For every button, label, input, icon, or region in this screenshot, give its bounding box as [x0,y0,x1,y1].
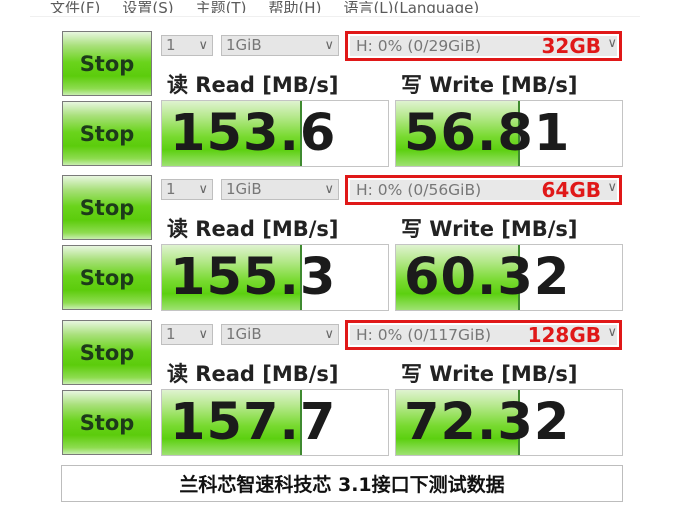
read-header: 读 Read [MB/s] [167,73,339,97]
stop-all-button[interactable]: Stop [62,320,152,385]
drive-select[interactable]: H: 0% (0/56GiB) 64GB ∨ [345,175,622,205]
read-value: 155.3 [170,248,337,307]
chevron-down-icon: ∨ [198,327,208,342]
write-value: 56.81 [404,104,571,163]
test-size-select[interactable]: 1GiB ∨ [221,324,339,345]
menu-settings[interactable]: 设置(S) [122,1,173,13]
read-value: 157.7 [170,393,337,452]
drive-capacity: 32GB [541,34,602,58]
stop-seq-button[interactable]: Stop [62,390,152,455]
test-count-select[interactable]: 1 ∨ [161,35,213,56]
menu-divider [30,16,640,17]
test-count-value: 1 [166,180,176,198]
drive-status: H: 0% (0/29GiB) [356,37,482,55]
drive-select[interactable]: H: 0% (0/29GiB) 32GB ∨ [345,31,622,61]
read-value: 153.6 [170,104,337,163]
test-count-value: 1 [166,325,176,343]
test-size-value: 1GiB [226,325,262,343]
chevron-down-icon: ∨ [324,182,334,197]
drive-capacity: 64GB [541,178,602,202]
menu-theme[interactable]: 主题(T) [196,1,247,13]
stop-all-label: Stop [79,51,135,76]
stop-all-label: Stop [79,340,135,365]
chevron-down-icon: ∨ [198,38,208,53]
drive-select[interactable]: H: 0% (0/117GiB) 128GB ∨ [345,320,622,350]
drive-status: H: 0% (0/117GiB) [356,326,492,344]
caption-box: 兰科芯智速科技芯 3.1接口下测试数据 [61,465,623,502]
stop-seq-label: Stop [79,121,135,146]
test-size-value: 1GiB [226,36,262,54]
stop-all-button[interactable]: Stop [62,31,152,96]
test-count-select[interactable]: 1 ∨ [161,179,213,200]
write-result-panel: 60.32 [395,244,623,311]
read-result-panel: 157.7 [161,389,389,456]
chevron-down-icon: ∨ [198,182,208,197]
chevron-down-icon: ∨ [607,36,617,51]
caption-text: 兰科芯智速科技芯 3.1接口下测试数据 [179,474,505,496]
write-header: 写 Write [MB/s] [401,73,578,97]
drive-capacity: 128GB [527,323,601,347]
test-size-select[interactable]: 1GiB ∨ [221,179,339,200]
read-result-panel: 155.3 [161,244,389,311]
stop-seq-button[interactable]: Stop [62,101,152,166]
stop-seq-label: Stop [79,410,135,435]
stop-seq-label: Stop [79,265,135,290]
test-size-value: 1GiB [226,180,262,198]
write-result-panel: 72.32 [395,389,623,456]
stop-seq-button[interactable]: Stop [62,245,152,310]
read-header: 读 Read [MB/s] [167,362,339,386]
stop-all-label: Stop [79,195,135,220]
drive-status: H: 0% (0/56GiB) [356,181,482,199]
menu-help[interactable]: 帮助(H) [268,1,321,13]
menu-language[interactable]: 语言(L)(Language) [343,1,479,13]
chevron-down-icon: ∨ [324,38,334,53]
write-value: 72.32 [404,393,571,452]
chevron-down-icon: ∨ [324,327,334,342]
stop-all-button[interactable]: Stop [62,175,152,240]
write-header: 写 Write [MB/s] [401,362,578,386]
write-value: 60.32 [404,248,571,307]
write-result-panel: 56.81 [395,100,623,167]
test-count-select[interactable]: 1 ∨ [161,324,213,345]
menu-file[interactable]: 文件(F) [50,1,100,13]
test-size-select[interactable]: 1GiB ∨ [221,35,339,56]
chevron-down-icon: ∨ [607,325,617,340]
chevron-down-icon: ∨ [607,180,617,195]
read-header: 读 Read [MB/s] [167,217,339,241]
write-header: 写 Write [MB/s] [401,217,578,241]
test-count-value: 1 [166,36,176,54]
read-result-panel: 153.6 [161,100,389,167]
